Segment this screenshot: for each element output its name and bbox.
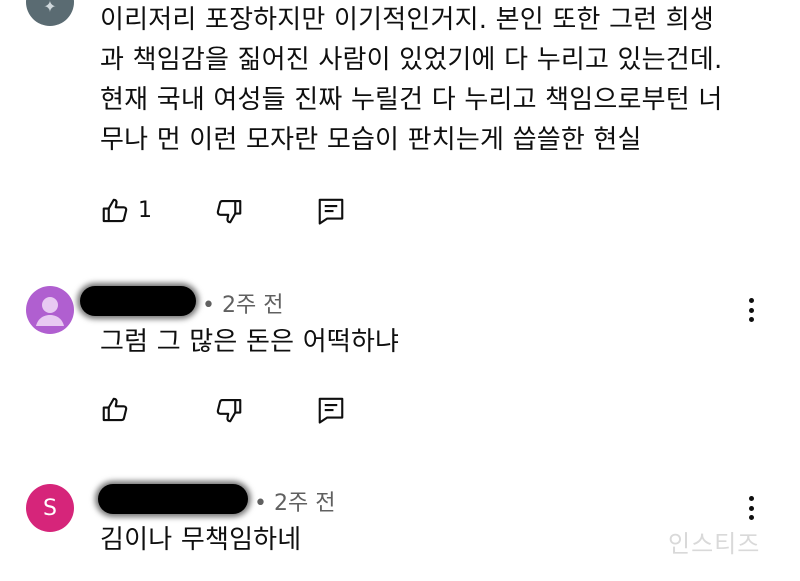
comment-line: 현재 국내 여성들 진짜 누릴건 다 누리고 책임으로부턴 너 xyxy=(100,85,723,115)
like-icon xyxy=(102,397,128,422)
more-options-dot xyxy=(748,505,754,511)
comment-time: • 2주 전 xyxy=(202,293,284,318)
like-button[interactable] xyxy=(100,395,130,429)
avatar[interactable] xyxy=(26,286,74,334)
comment-text: 그럼 그 많은 돈은 어떡하냐 xyxy=(100,327,400,357)
more-options-button[interactable] xyxy=(741,292,761,328)
reply-icon xyxy=(318,198,344,225)
comment-line: 무나 먼 이런 모자란 모습이 판치는게 씁쓸한 현실 xyxy=(100,125,642,155)
dislike-icon xyxy=(216,199,242,224)
avatar[interactable]: ✦ xyxy=(26,0,74,26)
more-options-icon xyxy=(748,496,754,501)
svg-text:✦: ✦ xyxy=(43,0,56,16)
comment-line: 과 책임감을 짊어진 사람이 있었기에 다 누리고 있는건데. xyxy=(100,45,723,75)
dislike-button[interactable] xyxy=(214,395,244,429)
comment-line: 이리저리 포장하지만 이기적인거지. 본인 또한 그런 희생 xyxy=(100,5,715,35)
avatar-letter: S xyxy=(43,495,57,521)
like-button[interactable] xyxy=(100,196,130,230)
avatar[interactable]: S xyxy=(26,484,74,532)
more-options-dot xyxy=(748,317,754,322)
default-user-icon xyxy=(36,297,64,326)
more-options-button[interactable] xyxy=(741,490,761,526)
reply-icon xyxy=(318,397,344,424)
dislike-icon xyxy=(216,398,242,423)
comment-time: • 2주 전 xyxy=(254,491,336,516)
dislike-button[interactable] xyxy=(214,196,244,230)
comment-text: 이리저리 포장하지만 이기적인거지. 본인 또한 그런 희생 과 책임감을 짊어… xyxy=(100,0,722,160)
comment-text: 김이나 무책임하네 xyxy=(100,525,302,555)
like-icon xyxy=(102,198,128,223)
more-options-icon xyxy=(748,298,754,303)
reply-button[interactable] xyxy=(316,395,346,429)
more-options-dot xyxy=(748,515,754,520)
more-options-dot xyxy=(748,307,754,313)
reply-button[interactable] xyxy=(316,196,346,230)
redacted-username xyxy=(80,286,196,316)
redacted-username xyxy=(98,484,248,514)
watermark: 인스티즈 xyxy=(668,530,761,558)
like-count: 1 xyxy=(138,198,152,223)
